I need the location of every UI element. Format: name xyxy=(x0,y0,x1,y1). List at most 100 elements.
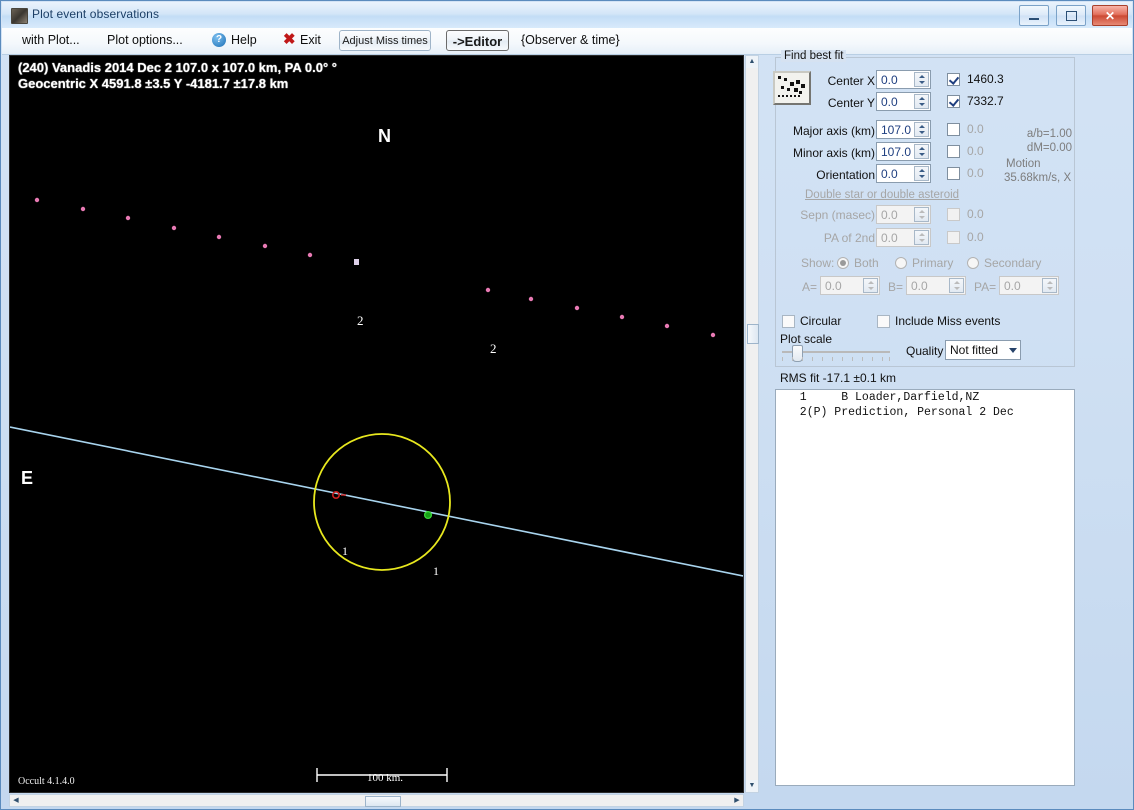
plot-graphics xyxy=(10,197,743,782)
a-stepper[interactable] xyxy=(863,278,878,293)
orientation-input[interactable]: 0.0 xyxy=(876,164,931,183)
plot-header: (240) Vanadis 2014 Dec 2 107.0 x 107.0 k… xyxy=(18,60,337,92)
a-label: A= xyxy=(802,280,818,294)
center-y-stepper[interactable] xyxy=(914,94,929,109)
minor-axis-stepper[interactable] xyxy=(914,144,929,159)
orientation-value: 0.0 xyxy=(881,167,898,181)
adjust-miss-times-button[interactable]: Adjust Miss times xyxy=(339,30,431,51)
scroll-down-arrow-icon[interactable]: ▼ xyxy=(746,780,758,792)
separation-fitted-value: 0.0 xyxy=(967,207,984,221)
center-x-value: 0.0 xyxy=(881,73,898,87)
maximize-button[interactable] xyxy=(1055,5,1086,26)
show-primary-label: Primary xyxy=(912,256,954,270)
asteroid-icon xyxy=(11,8,28,24)
minor-axis-label: Minor axis (km) xyxy=(792,146,875,160)
pa-of-2nd-input[interactable]: 0.0 xyxy=(876,228,931,247)
help-menu[interactable]: Help xyxy=(231,33,257,47)
separation-value: 0.0 xyxy=(881,208,898,222)
dm-label: dM=0.00 xyxy=(1026,142,1072,154)
center-y-input[interactable]: 0.0 xyxy=(876,92,931,111)
pa-input[interactable]: 0.0 xyxy=(999,276,1059,295)
pa-stepper[interactable] xyxy=(1042,278,1057,293)
quality-label: Quality xyxy=(906,344,944,358)
plot-horizontal-scrollbar[interactable]: ◀ ▶ xyxy=(9,794,744,807)
separation-stepper[interactable] xyxy=(914,207,929,222)
major-axis-fitted-value: 0.0 xyxy=(967,122,984,136)
main-window: Plot event observations ✕ with Plot... P… xyxy=(0,0,1134,810)
orientation-label: Orientation xyxy=(816,168,875,182)
scroll-left-arrow-icon[interactable]: ◀ xyxy=(10,795,22,806)
scroll-up-arrow-icon[interactable]: ▲ xyxy=(746,56,758,68)
center-y-checkbox[interactable] xyxy=(947,95,960,108)
list-item[interactable]: 1 B Loader,Darfield,NZ xyxy=(776,390,1074,405)
double-star-link[interactable]: Double star or double asteroid xyxy=(805,189,959,201)
with-plot-menu[interactable]: with Plot... xyxy=(22,33,80,47)
orientation-stepper[interactable] xyxy=(914,166,929,181)
rms-fit-label: RMS fit -17.1 ±0.1 km xyxy=(780,371,896,385)
separation-input[interactable]: 0.0 xyxy=(876,205,931,224)
editor-button[interactable]: ->Editor xyxy=(446,30,509,51)
show-secondary-radio[interactable] xyxy=(967,257,979,269)
center-x-label: Center X xyxy=(827,74,875,88)
close-button[interactable]: ✕ xyxy=(1092,5,1128,26)
b-input[interactable]: 0.0 xyxy=(906,276,966,295)
b-stepper[interactable] xyxy=(949,278,964,293)
question-mark-icon[interactable]: ? xyxy=(212,33,226,47)
separation-checkbox[interactable] xyxy=(947,208,960,221)
show-primary-radio[interactable] xyxy=(895,257,907,269)
list-item[interactable]: 2(P) Prediction, Personal 2 Dec xyxy=(776,405,1074,420)
center-x-fitted-value: 1460.3 xyxy=(967,72,1004,86)
prediction-label-lower: 2 xyxy=(490,341,497,356)
major-axis-checkbox[interactable] xyxy=(947,123,960,136)
chord-end-label: 1 xyxy=(433,564,439,578)
scatter-fit-icon[interactable] xyxy=(773,71,811,105)
vertical-scroll-thumb[interactable] xyxy=(747,324,759,344)
observations-list[interactable]: 1 B Loader,Darfield,NZ 2(P) Prediction, … xyxy=(775,389,1075,786)
plot-vertical-scrollbar[interactable]: ▲ ▼ xyxy=(745,55,759,793)
scale-bar-label: 100 km. xyxy=(366,772,404,784)
chevron-down-icon[interactable] xyxy=(1009,348,1017,353)
major-axis-stepper[interactable] xyxy=(914,122,929,137)
horizontal-scroll-thumb[interactable] xyxy=(365,796,401,807)
include-miss-events-checkbox[interactable] xyxy=(877,315,890,328)
a-input[interactable]: 0.0 xyxy=(820,276,880,295)
pa-of-2nd-stepper[interactable] xyxy=(914,230,929,245)
reappearance-point xyxy=(423,510,433,520)
show-both-label: Both xyxy=(854,256,879,270)
pa-of-2nd-checkbox[interactable] xyxy=(947,231,960,244)
pa-of-2nd-label: PA of 2nd xyxy=(823,231,875,245)
major-axis-input[interactable]: 107.0 xyxy=(876,120,931,139)
minimize-button[interactable] xyxy=(1019,5,1050,26)
prediction-marker-highlight xyxy=(354,259,359,265)
quality-select[interactable]: Not fitted xyxy=(945,340,1021,360)
pa-label: PA= xyxy=(974,280,997,294)
center-x-input[interactable]: 0.0 xyxy=(876,70,931,89)
scroll-right-arrow-icon[interactable]: ▶ xyxy=(731,795,743,806)
chord-start-label: 1 xyxy=(342,544,348,558)
compass-east-label: E xyxy=(21,468,34,488)
orientation-checkbox[interactable] xyxy=(947,167,960,180)
minor-axis-input[interactable]: 107.0 xyxy=(876,142,931,161)
red-x-icon[interactable]: ✖ xyxy=(283,31,296,48)
center-x-checkbox[interactable] xyxy=(947,73,960,86)
find-best-fit-title: Find best fit xyxy=(781,50,847,62)
exit-menu[interactable]: Exit xyxy=(300,33,321,47)
window-buttons: ✕ xyxy=(1017,5,1128,26)
toolbar: with Plot... Plot options... ? Help ✖ Ex… xyxy=(2,28,1132,55)
plot-canvas[interactable]: (240) Vanadis 2014 Dec 2 107.0 x 107.0 k… xyxy=(9,55,744,793)
center-x-stepper[interactable] xyxy=(914,72,929,87)
show-both-radio[interactable] xyxy=(837,257,849,269)
include-miss-events-label: Include Miss events xyxy=(895,314,1001,328)
minor-axis-value: 107.0 xyxy=(881,145,912,159)
b-label: B= xyxy=(888,280,904,294)
minor-axis-checkbox[interactable] xyxy=(947,145,960,158)
orientation-fitted-value: 0.0 xyxy=(967,166,984,180)
observer-time-label[interactable]: {Observer & time} xyxy=(521,33,620,47)
pa-value: 0.0 xyxy=(1004,279,1021,293)
compass-north-label: N xyxy=(378,126,391,146)
circular-checkbox[interactable] xyxy=(782,315,795,328)
circular-label: Circular xyxy=(800,314,842,328)
plot-options-menu[interactable]: Plot options... xyxy=(107,33,183,47)
prediction-label-upper: 2 xyxy=(357,313,364,328)
a-value: 0.0 xyxy=(825,279,842,293)
